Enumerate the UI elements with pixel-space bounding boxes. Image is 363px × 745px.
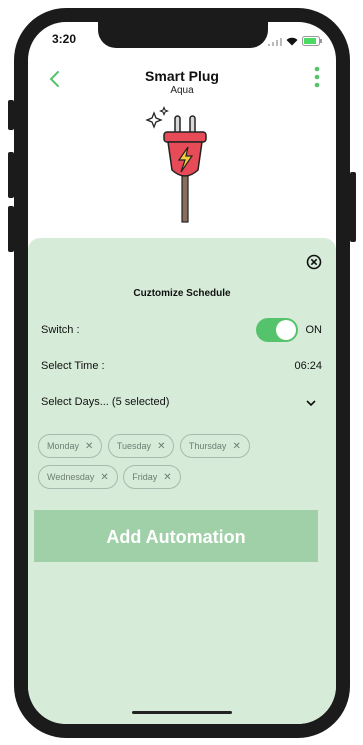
volume-down-button (8, 206, 14, 252)
time-value: 06:24 (294, 360, 322, 372)
volume-up-button (8, 152, 14, 198)
remove-chip-icon[interactable]: ✕ (163, 472, 171, 483)
notch (98, 22, 268, 48)
chip-day: Monday ✕ (38, 434, 103, 458)
remove-chip-icon[interactable]: ✕ (157, 441, 165, 452)
status-icons (268, 33, 322, 51)
kebab-menu-icon (314, 66, 320, 88)
switch-toggle[interactable] (256, 318, 298, 342)
chip-day: Tuesday ✕ (107, 434, 175, 458)
home-indicator (132, 711, 232, 714)
time-label: Select Time : (41, 360, 105, 372)
sheet-title: Cuztomize Schedule (133, 288, 231, 299)
time-row[interactable]: Select Time : 06:24 (41, 360, 322, 372)
selected-days-chips: Monday ✕ Tuesday ✕ Thursday ✕ Wednesday ✕ Fr… (38, 434, 308, 496)
chip-day: Thursday ✕ (179, 434, 250, 458)
days-label: Select Days... (5 selected) (41, 396, 170, 408)
toggle-knob (276, 320, 296, 340)
battery-icon (302, 33, 322, 51)
switch-row: Switch : ON (41, 318, 323, 342)
chevron-down-icon (306, 398, 316, 410)
app-screen: 3:20 Smart Plug Aqua Cuztomize Schedule … (28, 22, 336, 724)
smart-plug-illustration (142, 104, 222, 229)
page-title: Smart Plug (145, 68, 219, 84)
status-time: 3:20 (52, 32, 77, 46)
add-automation-button[interactable]: Add Automation (34, 510, 318, 562)
mute-switch (8, 100, 14, 130)
power-button (350, 172, 356, 242)
wifi-icon (286, 33, 298, 51)
plug-icon (145, 106, 207, 223)
close-button[interactable] (306, 254, 322, 275)
chip-day: Wednesday ✕ (38, 465, 118, 489)
chip-day: Friday ✕ (123, 465, 181, 489)
close-circle-icon (306, 254, 322, 270)
days-select[interactable]: Select Days... (5 selected) (41, 396, 322, 408)
signal-icon (268, 33, 282, 51)
remove-chip-icon[interactable]: ✕ (85, 441, 93, 452)
schedule-sheet: Cuztomize Schedule Switch : ON Select Ti… (28, 238, 336, 724)
page-subtitle: Aqua (170, 85, 194, 96)
remove-chip-icon[interactable]: ✕ (100, 472, 108, 483)
more-options-button[interactable] (314, 66, 320, 93)
switch-label: Switch : (41, 324, 80, 336)
remove-chip-icon[interactable]: ✕ (232, 441, 240, 452)
switch-state: ON (305, 324, 323, 336)
